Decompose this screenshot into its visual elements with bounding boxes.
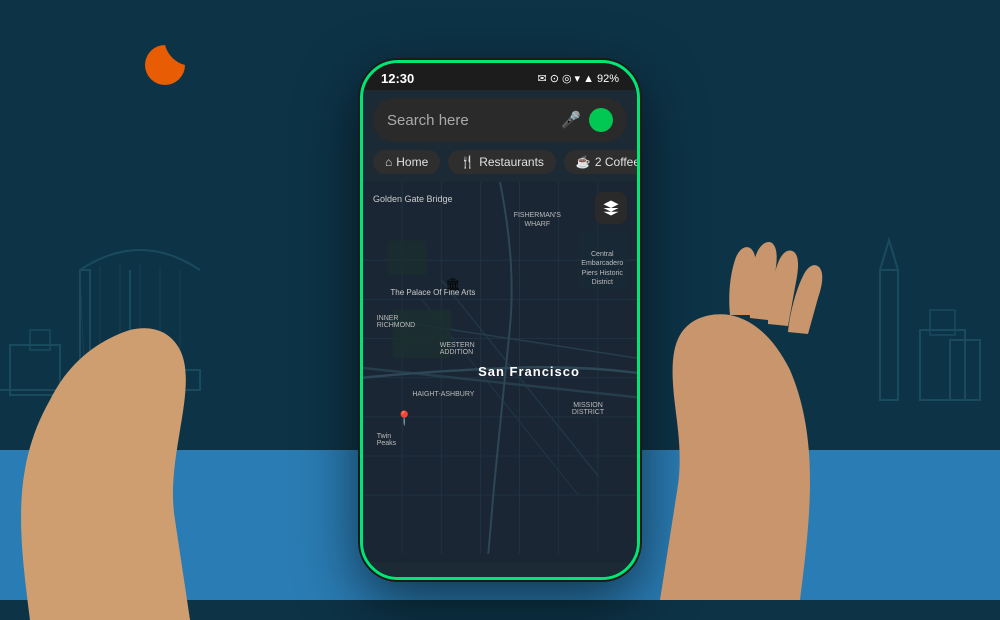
home-icon: ⌂ [385, 155, 392, 169]
phone-device: 12:30 ✉ ⊙ ◎ ▾ ▲ 92% Search here 🎤 [360, 60, 640, 580]
moon-icon [130, 30, 200, 100]
map-label-western-addition: WESTERNADDITION [440, 342, 475, 356]
signal-icon: ▲ [583, 73, 594, 85]
status-bar: 12:30 ✉ ⊙ ◎ ▾ ▲ 92% [363, 63, 637, 90]
map-canvas: Golden Gate Bridge The Palace Of Fine Ar… [363, 182, 637, 562]
coffee-icon: ☕ [576, 155, 591, 169]
map-label-palace: The Palace Of Fine Arts [390, 288, 475, 298]
hand-right [600, 140, 880, 600]
location-pin: 📍 [396, 410, 413, 427]
museum-icon: 🏛 [445, 277, 460, 291]
chip-restaurants[interactable]: 🍴 Restaurants [448, 150, 556, 174]
status-icons: ✉ ⊙ ◎ ▾ ▲ 92% [538, 72, 620, 85]
phone-body: 12:30 ✉ ⊙ ◎ ▾ ▲ 92% Search here 🎤 [360, 60, 640, 580]
chip-restaurants-label: Restaurants [479, 155, 544, 169]
fork-icon: 🍴 [460, 155, 475, 169]
status-time: 12:30 [381, 71, 414, 86]
map-label-san-francisco: San Francisco [478, 364, 580, 379]
map-label-twin-peaks: TwinPeaks [377, 433, 396, 447]
hand-left [0, 120, 270, 620]
chip-home[interactable]: ⌂ Home [373, 150, 440, 174]
battery-text: 92% [597, 73, 619, 85]
map-label-fisherman: FISHERMAN'SWHARF [514, 212, 561, 229]
map-view[interactable]: Golden Gate Bridge The Palace Of Fine Ar… [363, 182, 637, 562]
map-label-inner-richmond: INNERRICHMOND [377, 315, 416, 329]
chip-home-label: Home [396, 155, 428, 169]
email-icon: ✉ [538, 72, 547, 85]
category-chips-row: ⌂ Home 🍴 Restaurants ☕ 2 Coffee 🍸 B... [363, 150, 637, 182]
vpn-icon: ◎ [562, 72, 572, 85]
map-label-golden-gate: Golden Gate Bridge [373, 194, 453, 204]
search-bar[interactable]: Search here 🎤 [373, 98, 627, 142]
search-placeholder: Search here [387, 112, 553, 129]
mic-icon[interactable]: 🎤 [561, 110, 581, 130]
phone-screen: 12:30 ✉ ⊙ ◎ ▾ ▲ 92% Search here 🎤 [363, 63, 637, 577]
profile-avatar[interactable] [589, 108, 613, 132]
wifi-icon: ▾ [575, 72, 581, 85]
map-label-haight: HAIGHT-ASHBURY [412, 391, 474, 398]
location-icon: ⊙ [550, 72, 559, 85]
